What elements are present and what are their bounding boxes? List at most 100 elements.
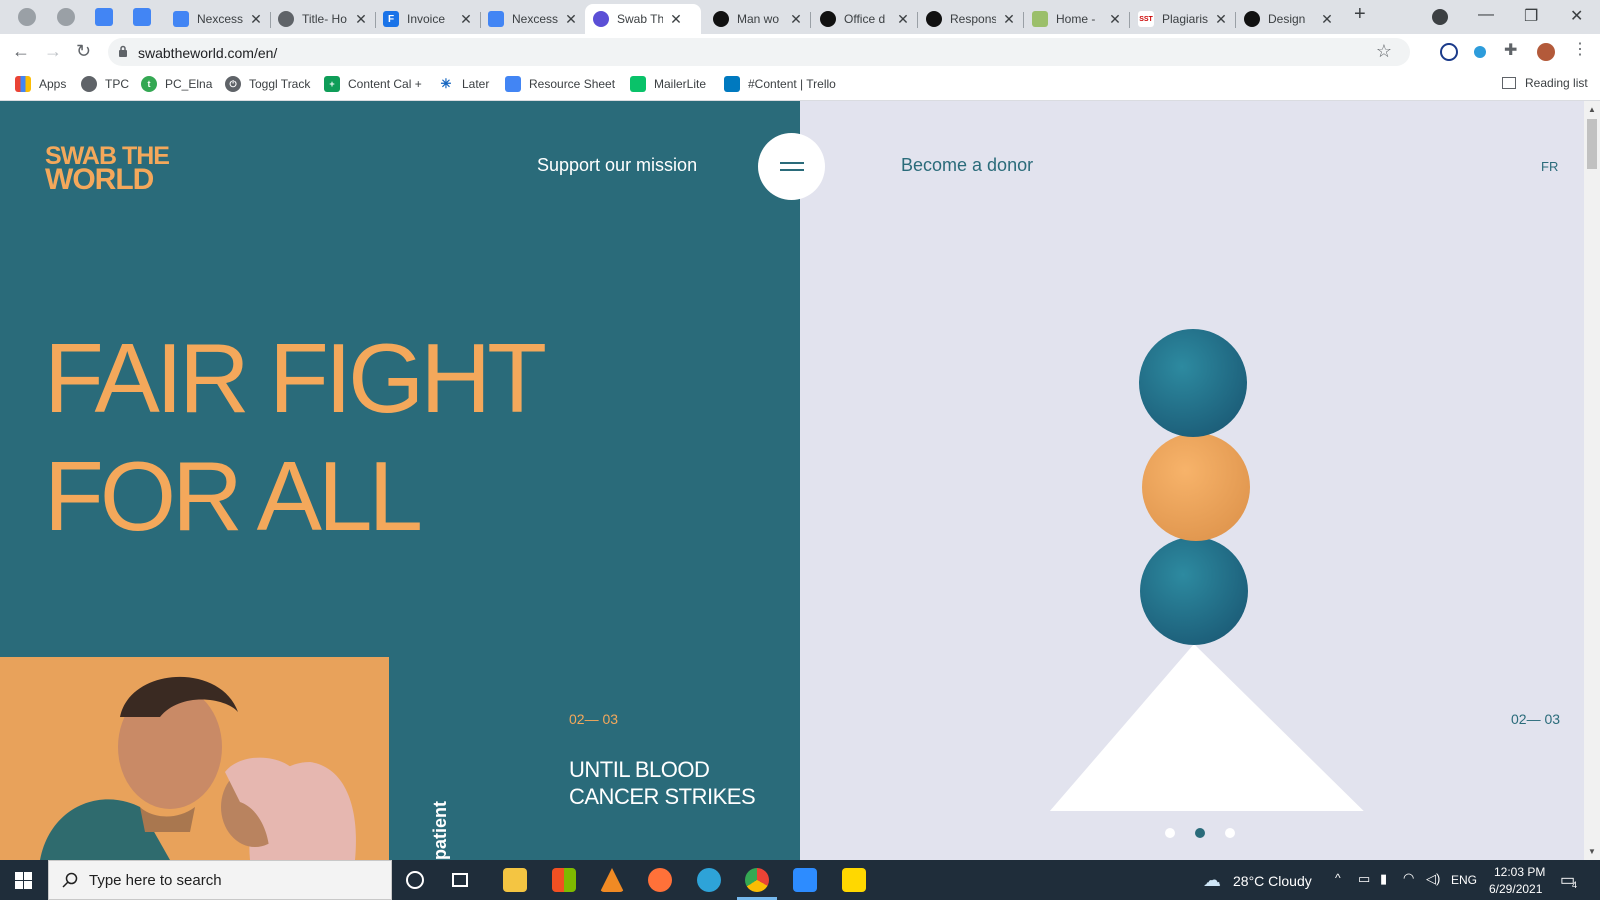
- tray-chevron-icon[interactable]: ^: [1335, 871, 1341, 885]
- webpage: SWAB THE WORLD Support our mission Becom…: [0, 101, 1584, 860]
- site-logo[interactable]: SWAB THE WORLD: [45, 144, 170, 195]
- fan-shape: [1049, 644, 1364, 811]
- tab-title-ho[interactable]: Title- Ho ✕: [270, 4, 376, 34]
- language-indicator[interactable]: ENG: [1451, 873, 1477, 887]
- page-scrollbar[interactable]: ▲ ▼: [1584, 101, 1600, 860]
- bookmark-resource-sheet[interactable]: Resource Sheet: [505, 76, 615, 92]
- tab-nexcess-2[interactable]: Nexcess ✕: [480, 4, 586, 34]
- close-icon[interactable]: ✕: [354, 11, 368, 28]
- meet-now-icon[interactable]: ▭: [1358, 871, 1370, 887]
- language-switch-fr[interactable]: FR: [1541, 159, 1558, 174]
- firefox-icon[interactable]: [648, 868, 672, 892]
- slider-dot-3[interactable]: [1225, 828, 1235, 838]
- close-window-icon[interactable]: ✕: [1570, 6, 1583, 26]
- tab-invoice[interactable]: F Invoice ✕: [375, 4, 481, 34]
- tab-search-icon[interactable]: [1432, 9, 1448, 25]
- microsoft-store-icon[interactable]: [552, 868, 576, 892]
- support-link[interactable]: Support our mission: [537, 155, 697, 176]
- edge-icon[interactable]: [697, 868, 721, 892]
- scroll-thumb[interactable]: [1587, 119, 1597, 169]
- close-icon[interactable]: ✕: [789, 11, 803, 28]
- clock-date[interactable]: 6/29/2021: [1489, 882, 1542, 896]
- pinned-tab-docs-1[interactable]: [95, 8, 113, 26]
- zoom-icon[interactable]: [793, 868, 817, 892]
- hero-headline: FAIR FIGHT FOR ALL: [44, 319, 547, 555]
- slider-dot-1[interactable]: [1165, 828, 1175, 838]
- close-icon[interactable]: ✕: [669, 11, 683, 28]
- bookmark-tpc[interactable]: TPC: [81, 76, 129, 92]
- file-explorer-icon[interactable]: [503, 868, 527, 892]
- extensions-puzzle-icon[interactable]: ✚: [1504, 40, 1522, 59]
- weather-text[interactable]: 28°C Cloudy: [1233, 873, 1312, 889]
- bookmark-star-icon[interactable]: ☆: [1376, 41, 1392, 62]
- tab-man-wo[interactable]: Man wo ✕: [705, 4, 811, 34]
- cortana-icon[interactable]: [406, 871, 424, 889]
- tab-respons[interactable]: Respons ✕: [918, 4, 1024, 34]
- minimize-icon[interactable]: —: [1478, 6, 1494, 24]
- slider-dot-2[interactable]: [1195, 828, 1205, 838]
- tab-nexcess-1[interactable]: Nexcess ✕: [165, 4, 271, 34]
- hamburger-icon: [780, 169, 804, 171]
- restore-icon[interactable]: ❐: [1524, 6, 1538, 26]
- wifi-icon[interactable]: ◠: [1403, 870, 1414, 886]
- bookmarks-bar: Apps TPC t PC_Elna ⏻ Toggl Track + Conte…: [0, 70, 1600, 101]
- menu-button[interactable]: [758, 133, 825, 200]
- close-icon[interactable]: ✕: [1214, 11, 1228, 28]
- home-site-icon: [1032, 11, 1048, 27]
- taskbar-search-box[interactable]: Type here to search: [48, 860, 392, 900]
- profile-avatar[interactable]: [1537, 43, 1555, 61]
- chrome-menu-icon[interactable]: ⋮: [1572, 39, 1590, 58]
- scroll-down-icon[interactable]: ▼: [1588, 847, 1596, 856]
- battery-icon[interactable]: ▮: [1380, 871, 1387, 887]
- close-icon[interactable]: ✕: [564, 11, 578, 28]
- bookmark-toggl[interactable]: ⏻ Toggl Track: [225, 76, 310, 92]
- grammarly-extension-icon[interactable]: [1474, 46, 1486, 58]
- close-icon[interactable]: ✕: [1002, 11, 1016, 28]
- reload-icon[interactable]: ↻: [76, 42, 91, 60]
- reading-list-icon: [1502, 77, 1516, 89]
- bookmark-trello[interactable]: #Content | Trello: [724, 76, 836, 92]
- clock-time[interactable]: 12:03 PM: [1494, 865, 1545, 879]
- tab-strip: Nexcess ✕ Title- Ho ✕ F Invoice ✕ Nexces…: [0, 0, 1600, 34]
- reading-list[interactable]: Reading list: [1502, 76, 1588, 90]
- forward-icon[interactable]: →: [44, 42, 62, 60]
- hero-photo: [0, 657, 389, 860]
- pinned-tab-2[interactable]: [57, 8, 75, 26]
- new-tab-icon[interactable]: +: [1354, 3, 1366, 26]
- tab-plagiarism[interactable]: SST Plagiaris ✕: [1130, 4, 1236, 34]
- trello-icon: [724, 76, 740, 92]
- docs-icon: [488, 11, 504, 27]
- bookmark-content-cal[interactable]: + Content Cal +: [324, 76, 422, 92]
- slide-counter-left: 02— 03: [569, 711, 619, 727]
- close-icon[interactable]: ✕: [1320, 11, 1334, 28]
- chrome-icon[interactable]: [745, 868, 769, 892]
- bookmark-mailerlite[interactable]: MailerLite: [630, 76, 706, 92]
- windows-start-icon[interactable]: [15, 872, 32, 889]
- weather-cloud-icon[interactable]: ☁: [1203, 870, 1221, 891]
- become-donor-link[interactable]: Become a donor: [901, 155, 1033, 176]
- close-icon[interactable]: ✕: [249, 11, 263, 28]
- vlc-icon[interactable]: [600, 868, 624, 892]
- close-icon[interactable]: ✕: [896, 11, 910, 28]
- close-icon[interactable]: ✕: [459, 11, 473, 28]
- tab-swab-the-world[interactable]: Swab Th ✕: [585, 4, 701, 34]
- task-view-icon[interactable]: [452, 873, 468, 887]
- pinned-tab-1[interactable]: [18, 8, 36, 26]
- volume-icon[interactable]: ◁): [1426, 871, 1440, 887]
- bookmark-later[interactable]: ✳ Later: [438, 76, 489, 92]
- pinned-tab-docs-2[interactable]: [133, 8, 151, 26]
- back-icon[interactable]: ←: [12, 42, 30, 60]
- scroll-up-icon[interactable]: ▲: [1588, 105, 1596, 114]
- bookmark-label: Later: [462, 77, 490, 91]
- tab-office[interactable]: Office d ✕: [812, 4, 918, 34]
- address-bar[interactable]: swabtheworld.com/en/ ☆: [108, 38, 1410, 66]
- headline-line-2: FOR ALL: [44, 441, 423, 551]
- blocker-extension-icon[interactable]: [1440, 43, 1458, 61]
- tab-design[interactable]: Design ✕: [1236, 4, 1342, 34]
- tab-title: Plagiaris: [1162, 12, 1208, 26]
- sticky-notes-icon[interactable]: [842, 868, 866, 892]
- bookmark-pc-elna[interactable]: t PC_Elna: [141, 76, 212, 92]
- bookmark-apps[interactable]: Apps: [15, 76, 66, 92]
- close-icon[interactable]: ✕: [1108, 11, 1122, 28]
- tab-home[interactable]: Home - ✕: [1024, 4, 1130, 34]
